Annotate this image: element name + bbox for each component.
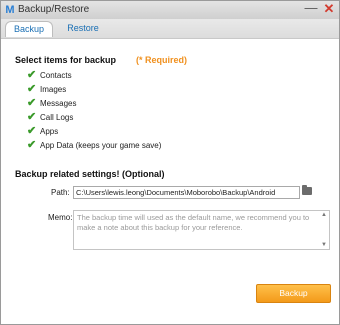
window-title: Backup/Restore bbox=[18, 4, 90, 15]
check-icon: ✔ bbox=[27, 83, 37, 95]
memo-textarea[interactable]: The backup time will used as the default… bbox=[73, 210, 330, 250]
folder-icon[interactable] bbox=[302, 185, 312, 195]
title-bar: M Backup/Restore — ✕ bbox=[1, 1, 339, 19]
checkbox-label: Apps bbox=[40, 127, 59, 136]
items-heading: Select items for backup bbox=[15, 55, 117, 65]
check-icon: ✔ bbox=[27, 139, 37, 151]
scroll-up-icon[interactable]: ▲ bbox=[321, 212, 327, 218]
app-logo-icon: M bbox=[5, 4, 15, 16]
required-note: (* Required) bbox=[136, 55, 188, 65]
check-icon: ✔ bbox=[27, 69, 37, 81]
minimize-button[interactable]: — bbox=[304, 1, 318, 15]
backup-restore-window: M Backup/Restore — ✕ Backup Restore Sele… bbox=[0, 0, 340, 325]
backup-button[interactable]: Backup bbox=[256, 284, 331, 303]
checkbox-label: Contacts bbox=[40, 71, 72, 80]
checkbox-label: Messages bbox=[40, 99, 77, 108]
checkbox-label: Call Logs bbox=[40, 113, 74, 122]
memo-placeholder: The backup time will used as the default… bbox=[77, 213, 310, 232]
path-label: Path: bbox=[51, 188, 70, 197]
tab-bar: Backup Restore bbox=[1, 19, 339, 39]
checkbox-label: App Data (keeps your game save) bbox=[40, 141, 162, 150]
check-icon: ✔ bbox=[27, 125, 37, 137]
checkbox-label: Images bbox=[40, 85, 67, 94]
close-button[interactable]: ✕ bbox=[322, 2, 336, 16]
memo-label: Memo: bbox=[48, 213, 73, 222]
settings-heading: Backup related settings! (Optional) bbox=[15, 169, 165, 179]
tab-backup[interactable]: Backup bbox=[5, 21, 53, 37]
scroll-down-icon[interactable]: ▼ bbox=[321, 242, 327, 248]
check-icon: ✔ bbox=[27, 97, 37, 109]
check-icon: ✔ bbox=[27, 111, 37, 123]
path-input[interactable]: C:\Users\lewis.leong\Documents\Moborobo\… bbox=[73, 186, 300, 199]
tab-restore[interactable]: Restore bbox=[60, 21, 106, 36]
